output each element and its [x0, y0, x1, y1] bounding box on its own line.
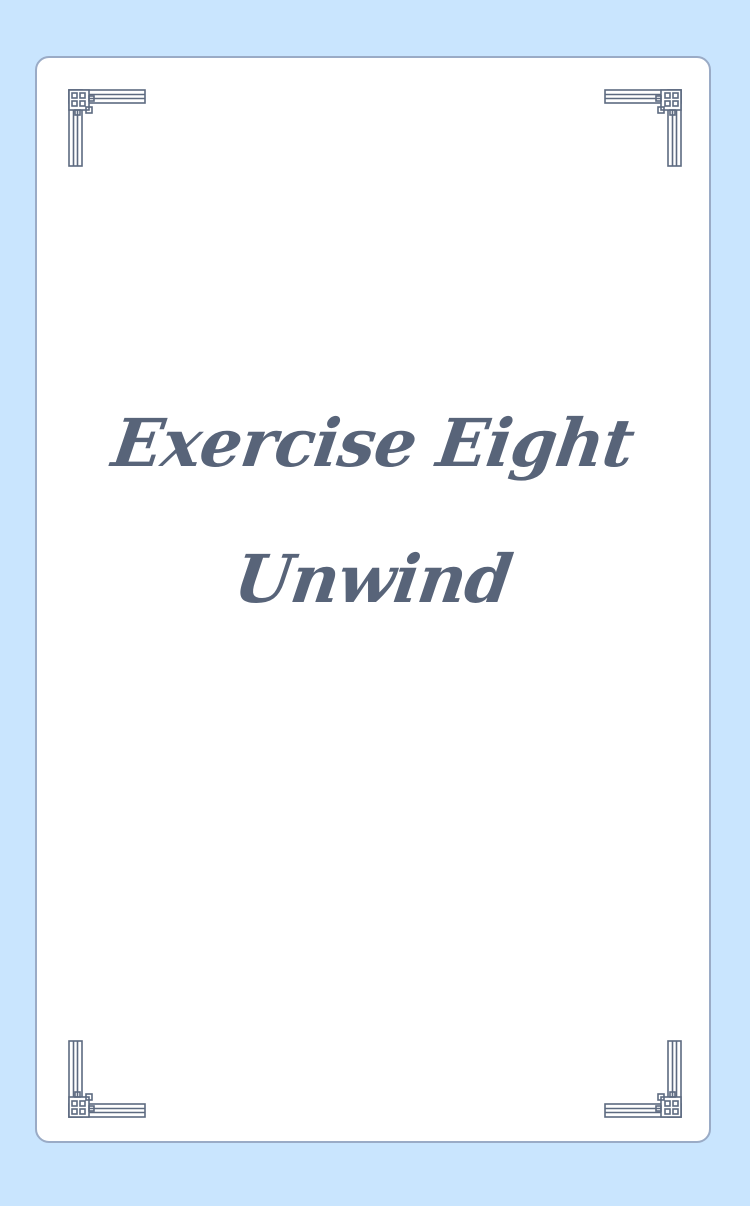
exercise-subtitle: Unwind [229, 540, 517, 618]
corner-ornament-bottom-left-icon [65, 1039, 147, 1121]
corner-ornament-top-left-icon [65, 86, 147, 168]
page-card: Exercise Eight Unwind [35, 56, 711, 1143]
corner-ornament-bottom-right-icon [603, 1039, 685, 1121]
exercise-title: Exercise Eight [107, 404, 639, 482]
corner-ornament-top-right-icon [603, 86, 685, 168]
